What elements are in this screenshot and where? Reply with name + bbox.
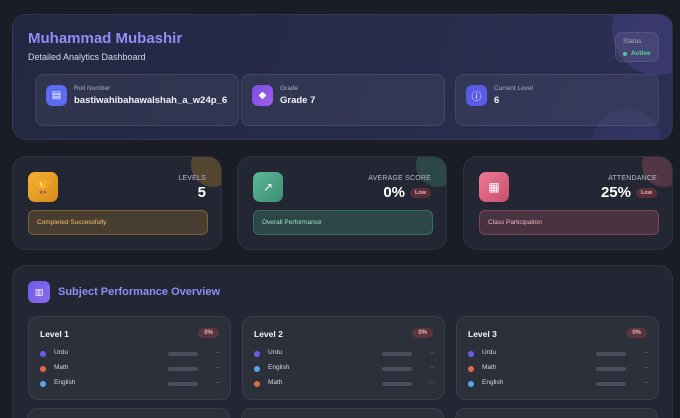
subject-name: Math (482, 364, 497, 371)
info-icon: ⓘ (466, 85, 487, 106)
level-card[interactable] (241, 408, 444, 418)
subject-score: -- (429, 364, 434, 371)
subject-name: English (54, 379, 76, 386)
progress-bar (596, 367, 626, 371)
subject-dot-icon (254, 366, 260, 372)
progress-bar (382, 382, 412, 386)
subject-dot-icon (468, 381, 474, 387)
progress-bar (596, 352, 626, 356)
level-title: Level 3 (468, 329, 497, 339)
stat-label: AVERAGE SCORE (368, 175, 431, 182)
status-value: Active (623, 50, 651, 57)
subject-row: Urdu -- (40, 349, 220, 359)
subject-score: -- (643, 379, 648, 386)
subject-name: Urdu (54, 349, 69, 356)
stat-card-average-score: ↗ AVERAGE SCORE 0% Low Overall Performanc… (237, 156, 447, 250)
subject-row: Urdu -- (468, 349, 648, 359)
progress-bar (168, 382, 198, 386)
low-badge: Low (410, 187, 431, 198)
subject-row: Urdu -- (254, 349, 434, 359)
level-title: Level 2 (254, 329, 283, 339)
subject-dot-icon (40, 351, 46, 357)
status-dot-icon (623, 51, 627, 56)
subject-name: Math (268, 379, 283, 386)
subject-name: Urdu (482, 349, 497, 356)
level-percent-badge: 0% (198, 328, 219, 338)
subject-row: English -- (254, 364, 434, 374)
subject-score: -- (215, 364, 220, 371)
stat-caption: Class Participation (479, 210, 659, 235)
level-percent-badge: 0% (626, 328, 647, 338)
id-card-icon: ▤ (46, 85, 67, 106)
info-grade: ◆ Grade Grade 7 (241, 74, 445, 126)
subject-dot-icon (254, 381, 260, 387)
stat-card-attendance: ▦ ATTENDANCE 25% Low Class Participation (463, 156, 673, 250)
stat-caption: Overall Performance (253, 210, 433, 235)
stat-caption: Completed Successfully (28, 210, 208, 235)
section-title: Subject Performance Overview (58, 286, 221, 298)
decorative-circle (191, 157, 221, 187)
info-roll-number: ▤ Roll Number bastiwahibahawalshah_a_w24… (35, 74, 239, 126)
level-card[interactable] (455, 408, 658, 418)
decorative-circle (642, 157, 672, 187)
level-card[interactable] (27, 408, 230, 418)
subject-name: English (268, 364, 290, 371)
subject-row: Math -- (254, 379, 434, 389)
subject-dot-icon (468, 366, 474, 372)
subject-score: -- (429, 379, 434, 386)
subject-row: English -- (468, 379, 648, 389)
subject-score: -- (215, 379, 220, 386)
subject-name: Math (54, 364, 69, 371)
subject-dot-icon (468, 351, 474, 357)
subject-dot-icon (40, 381, 46, 387)
info-value: bastiwahibahawalshah_a_w24p_6 (74, 95, 228, 106)
level-title: Level 1 (40, 329, 69, 339)
student-name: Muhammad Mubashir (28, 30, 183, 47)
progress-bar (168, 352, 198, 356)
subject-dot-icon (254, 351, 260, 357)
subject-score: -- (643, 349, 648, 356)
level-percent-badge: 0% (412, 328, 433, 338)
progress-bar (168, 367, 198, 371)
info-value: 6 (494, 95, 500, 106)
info-label: Current Level (494, 85, 534, 92)
trophy-icon: 🏆 (28, 172, 58, 202)
stat-label: ATTENDANCE (608, 175, 657, 182)
low-badge: Low (636, 187, 657, 198)
decorative-circle (416, 157, 446, 187)
info-label: Roll Number (74, 85, 111, 92)
progress-bar (382, 367, 412, 371)
level-card[interactable]: Level 2 0% Urdu -- English -- Math -- (242, 316, 445, 400)
chart-icon: ↗ (253, 172, 283, 202)
subject-row: English -- (40, 379, 220, 389)
stat-card-levels: 🏆 LEVELS 5 Completed Successfully (12, 156, 222, 250)
graduation-cap-icon: ◆ (252, 85, 273, 106)
subject-score: -- (643, 364, 648, 371)
subject-row: Math -- (40, 364, 220, 374)
bar-chart-icon: ▥ (28, 281, 50, 303)
subject-score: -- (215, 349, 220, 356)
stat-value: 25% Low (601, 184, 657, 201)
subject-dot-icon (40, 366, 46, 372)
subject-name: Urdu (268, 349, 283, 356)
subject-performance-section: ▥ Subject Performance Overview Level 1 0… (12, 265, 673, 418)
page-subtitle: Detailed Analytics Dashboard (28, 52, 146, 62)
level-card[interactable]: Level 1 0% Urdu -- Math -- English -- (28, 316, 231, 400)
status-badge: Status Active (615, 32, 659, 62)
stat-value: 5 (197, 184, 206, 201)
subject-name: English (482, 379, 504, 386)
status-label: Status (623, 38, 642, 45)
info-current-level: ⓘ Current Level 6 (455, 74, 659, 126)
subject-row: Math -- (468, 364, 648, 374)
calendar-icon: ▦ (479, 172, 509, 202)
subject-score: -- (429, 349, 434, 356)
stat-value: 0% Low (383, 184, 431, 201)
progress-bar (382, 352, 412, 356)
info-value: Grade 7 (280, 95, 316, 106)
level-card[interactable]: Level 3 0% Urdu -- Math -- English -- (456, 316, 659, 400)
progress-bar (596, 382, 626, 386)
stat-label: LEVELS (178, 175, 206, 182)
info-label: Grade (280, 85, 299, 92)
student-header-card: Muhammad Mubashir Detailed Analytics Das… (12, 14, 673, 140)
